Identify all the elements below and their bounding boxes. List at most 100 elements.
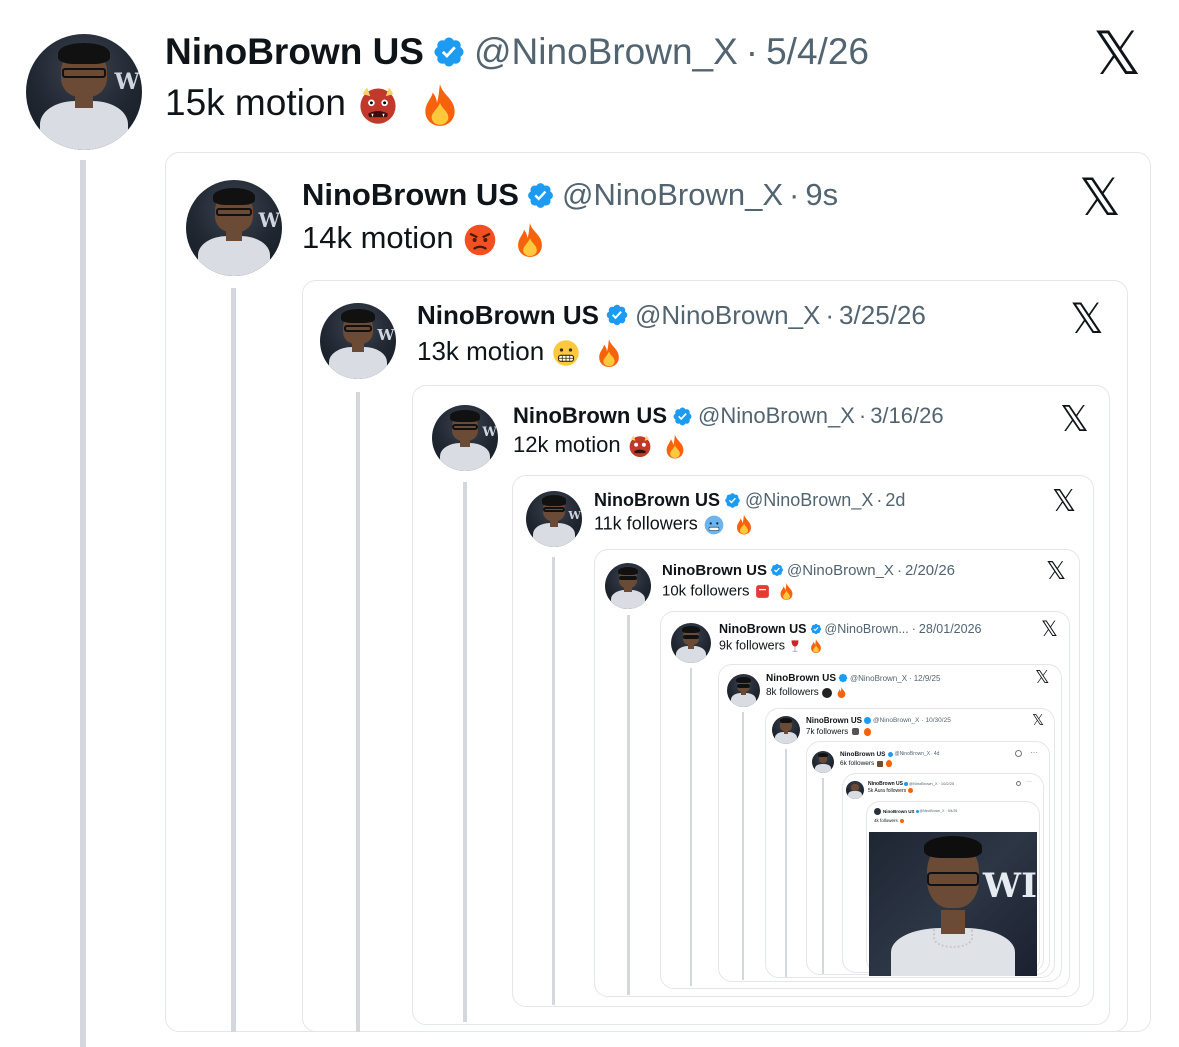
post-text-content: 8k followers <box>766 687 819 699</box>
user-handle[interactable]: @NinoBrown_X <box>920 809 945 813</box>
user-handle[interactable]: @NinoBrown_X <box>745 490 873 511</box>
verified-badge-icon <box>838 673 848 683</box>
grok-icon[interactable] <box>1016 781 1021 786</box>
separator-dot: · <box>938 781 940 786</box>
ogre-emoji <box>360 87 396 124</box>
fire-emoji <box>598 339 619 368</box>
x-logo-icon: 𝕏 <box>1052 484 1077 519</box>
avatar[interactable] <box>772 716 800 744</box>
timestamp[interactable]: 12/9/25 <box>914 674 941 683</box>
post-text: 7k followers <box>806 727 871 736</box>
ogre-emoji <box>629 435 651 458</box>
post-photo[interactable]: WI <box>869 832 1037 976</box>
timestamp[interactable]: 4d <box>934 751 940 757</box>
post-text-content: 12k motion <box>513 432 621 457</box>
timestamp[interactable]: 3/25/26 <box>839 300 926 331</box>
verified-badge-icon <box>810 623 821 634</box>
user-handle[interactable]: @NinoBrown_X <box>562 177 783 213</box>
post-header: NinoBrown US @NinoBrown_X · 10/30/25 <box>806 714 951 726</box>
timestamp[interactable]: 2/20/26 <box>905 562 955 579</box>
thread-line <box>742 712 744 980</box>
display-name[interactable]: NinoBrown US <box>840 751 886 758</box>
separator-dot: · <box>745 31 759 72</box>
post-header: NinoBrown US @NinoBrown_X · 10/2/25 <box>868 779 954 788</box>
display-name[interactable]: NinoBrown US <box>766 673 836 684</box>
post-text: 15k motion <box>165 82 461 128</box>
user-handle[interactable]: @NinoBrown_X <box>635 300 820 331</box>
separator-dot: · <box>858 403 867 428</box>
post-text-content: 15k motion <box>165 82 346 123</box>
display-name[interactable]: NinoBrown US <box>513 403 667 429</box>
display-name[interactable]: NinoBrown US <box>302 177 519 213</box>
x-logo-icon: 𝕏 <box>1093 19 1142 89</box>
user-handle[interactable]: @NinoBrown_X <box>909 781 938 786</box>
wine-glass-emoji <box>791 640 799 652</box>
fire-emoji <box>424 84 455 127</box>
post-text-content: 11k followers <box>594 513 698 534</box>
display-name[interactable]: NinoBrown US <box>417 300 599 331</box>
timestamp[interactable]: 5/4/26 <box>766 31 869 73</box>
fire-emoji <box>780 583 793 600</box>
verified-badge-icon <box>528 182 553 208</box>
avatar[interactable] <box>727 674 760 707</box>
user-handle[interactable]: @NinoBrown... <box>825 622 909 636</box>
display-name[interactable]: NinoBrown US <box>806 716 862 725</box>
verified-badge-icon <box>864 716 871 724</box>
display-name[interactable]: NinoBrown US <box>165 31 424 73</box>
grimacing-face-emoji <box>553 340 580 366</box>
more-icon[interactable]: ··· <box>1030 748 1038 758</box>
post-text: 9k followers <box>719 638 823 654</box>
post-text-content: 4k followers <box>874 818 898 823</box>
avatar[interactable]: W <box>526 491 582 547</box>
user-handle[interactable]: @NinoBrown_X <box>850 674 907 683</box>
avatar[interactable] <box>874 807 881 815</box>
post-text: 6k followers <box>840 760 892 767</box>
verified-badge-icon <box>915 809 919 813</box>
emoji <box>877 760 884 767</box>
post-text: 13k motion <box>417 336 623 369</box>
avatar[interactable]: W <box>186 180 282 276</box>
user-handle[interactable]: @NinoBrown_X <box>873 717 919 724</box>
user-handle[interactable]: @NinoBrown_X <box>895 751 931 757</box>
fire-emoji <box>908 788 914 794</box>
separator-dot: · <box>921 716 924 724</box>
post-text: 8k followers <box>766 686 847 699</box>
display-name[interactable]: NinoBrown US <box>883 809 915 814</box>
display-name[interactable]: NinoBrown US <box>594 490 720 511</box>
display-name[interactable]: NinoBrown US <box>662 562 767 579</box>
avatar[interactable] <box>605 563 651 609</box>
avatar[interactable] <box>812 751 834 773</box>
timestamp[interactable]: 2d <box>885 490 905 511</box>
post-text-content: 9k followers <box>719 638 785 653</box>
post-text: 11k followers <box>594 513 754 536</box>
fire-emoji <box>863 727 871 736</box>
timestamp[interactable]: 10/30/25 <box>926 717 951 724</box>
avatar[interactable]: W <box>432 405 498 471</box>
avatar[interactable] <box>671 623 711 663</box>
timestamp[interactable]: 28/01/2026 <box>919 622 982 636</box>
x-logo-icon: 𝕏 <box>1032 711 1045 729</box>
display-name[interactable]: NinoBrown US <box>719 622 807 636</box>
user-handle[interactable]: @NinoBrown_X <box>698 403 855 429</box>
timestamp[interactable]: 10/2/25 <box>941 781 954 786</box>
user-handle[interactable]: @NinoBrown_X <box>474 31 738 73</box>
avatar[interactable] <box>846 781 864 799</box>
x-logo-icon: 𝕏 <box>1079 168 1121 228</box>
post-text: 14k motion <box>302 220 547 259</box>
avatar[interactable]: W <box>320 303 396 379</box>
grok-icon[interactable] <box>1015 750 1022 757</box>
thread-line <box>356 392 360 1032</box>
display-name[interactable]: NinoBrown US <box>868 781 903 787</box>
post-header: NinoBrown US @NinoBrown_X · 5/4/26 <box>165 30 869 74</box>
more-icon[interactable]: ··· <box>1026 778 1032 786</box>
post-header: NinoBrown US @NinoBrown_X · 2/20/26 <box>662 560 955 580</box>
thread-line <box>552 557 555 1005</box>
avatar[interactable]: W <box>26 34 142 150</box>
thread-line <box>785 749 787 977</box>
user-handle[interactable]: @NinoBrown_X <box>787 562 894 579</box>
verified-badge-icon <box>887 751 893 757</box>
timestamp[interactable]: 9s <box>805 177 838 213</box>
timestamp[interactable]: 3/16/26 <box>870 403 943 429</box>
post-header: NinoBrown US @NinoBrown_X · 2d <box>594 488 905 512</box>
timestamp[interactable]: 9/4/25 <box>948 809 958 813</box>
